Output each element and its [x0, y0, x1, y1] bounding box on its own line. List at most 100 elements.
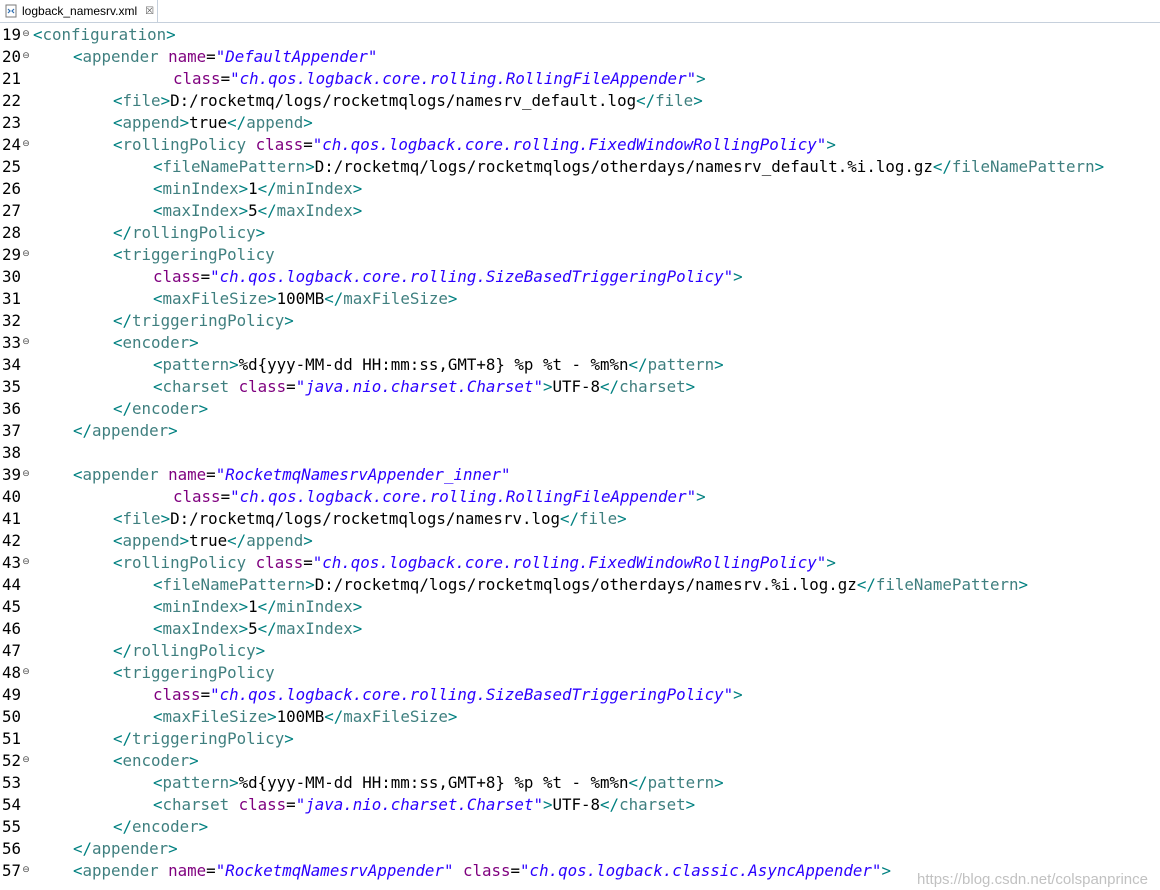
- xml-tag-name: append: [122, 531, 180, 550]
- line-number: 54: [1, 795, 21, 814]
- xml-bracket: </: [324, 289, 344, 308]
- code-line[interactable]: 38: [0, 442, 1160, 464]
- xml-attr-name: class: [255, 553, 304, 572]
- code-line[interactable]: 54 <charset class="java.nio.charset.Chars…: [0, 794, 1160, 816]
- xml-attr-value: "ch.qos.logback.core.rolling.RollingFile…: [230, 487, 697, 506]
- code-line[interactable]: 35 <charset class="java.nio.charset.Chars…: [0, 376, 1160, 398]
- xml-tag-name: minIndex: [276, 597, 353, 616]
- xml-text: [453, 861, 463, 880]
- fold-toggle-icon[interactable]: ⊖: [21, 552, 31, 574]
- code-line[interactable]: 46 <maxIndex>5</maxIndex>: [0, 618, 1160, 640]
- code-line[interactable]: 40 class="ch.qos.logback.core.rolling.Rol…: [0, 486, 1160, 508]
- xml-bracket: </: [636, 91, 656, 110]
- code-line[interactable]: 22 <file>D:/rocketmq/logs/rocketmqlogs/na…: [0, 90, 1160, 112]
- xml-tag-name: fileNamePattern: [162, 575, 306, 594]
- code-line[interactable]: 24 ⊖ <rollingPolicy class="ch.qos.logback.…: [0, 134, 1160, 156]
- code-line[interactable]: 25 <fileNamePattern>D:/rocketmq/logs/rock…: [0, 156, 1160, 178]
- code-line[interactable]: 45 <minIndex>1</minIndex>: [0, 596, 1160, 618]
- editor-tab-bar: logback_namesrv.xml ☒: [0, 0, 1160, 23]
- xml-text: 1: [248, 179, 258, 198]
- fold-toggle-icon[interactable]: ⊖: [21, 244, 31, 266]
- fold-toggle-icon[interactable]: ⊖: [21, 662, 31, 684]
- xml-editor[interactable]: 19 ⊖ <configuration> 20 ⊖ <appender name="Def…: [0, 23, 1160, 890]
- fold-toggle-icon[interactable]: ⊖: [21, 134, 31, 156]
- code-line[interactable]: 30 class="ch.qos.logback.core.rolling.Siz…: [0, 266, 1160, 288]
- xml-bracket: >: [352, 201, 363, 220]
- xml-equals: =: [206, 465, 216, 484]
- line-number: 55: [1, 817, 21, 836]
- xml-bracket: <: [153, 157, 163, 176]
- fold-toggle-icon[interactable]: ⊖: [21, 46, 31, 68]
- code-line[interactable]: 37 </appender>: [0, 420, 1160, 442]
- code-line[interactable]: 32 </triggeringPolicy>: [0, 310, 1160, 332]
- code-line[interactable]: 27 <maxIndex>5</maxIndex>: [0, 200, 1160, 222]
- close-icon[interactable]: ☒: [145, 6, 154, 17]
- xml-text: D:/rocketmq/logs/rocketmqlogs/otherdays/…: [314, 575, 857, 594]
- code-line[interactable]: 28 </rollingPolicy>: [0, 222, 1160, 244]
- code-line[interactable]: 44 <fileNamePattern>D:/rocketmq/logs/rock…: [0, 574, 1160, 596]
- code-line[interactable]: 41 <file>D:/rocketmq/logs/rocketmqlogs/na…: [0, 508, 1160, 530]
- code-line[interactable]: 26 <minIndex>1</minIndex>: [0, 178, 1160, 200]
- watermark: https://blog.csdn.net/colspanprince: [917, 871, 1148, 888]
- xml-text: [246, 553, 256, 572]
- code-line[interactable]: 49 class="ch.qos.logback.core.rolling.Siz…: [0, 684, 1160, 706]
- xml-bracket: >: [693, 91, 703, 110]
- code-line[interactable]: 42 <append>true</append>: [0, 530, 1160, 552]
- code-line[interactable]: 50 <maxFileSize>100MB</maxFileSize>: [0, 706, 1160, 728]
- xml-tag-name: encoder: [132, 817, 199, 836]
- xml-bracket: >: [198, 817, 209, 836]
- xml-bracket: >: [168, 839, 178, 858]
- xml-bracket: </: [628, 773, 648, 792]
- code-line[interactable]: 56 </appender>: [0, 838, 1160, 860]
- xml-bracket: >: [267, 289, 277, 308]
- fold-toggle-icon[interactable]: ⊖: [21, 24, 31, 46]
- code-line[interactable]: 55 </encoder>: [0, 816, 1160, 838]
- code-line[interactable]: 31 <maxFileSize>100MB</maxFileSize>: [0, 288, 1160, 310]
- line-number: 20: [1, 47, 21, 66]
- code-line[interactable]: 52 ⊖ <encoder>: [0, 750, 1160, 772]
- fold-toggle-icon[interactable]: ⊖: [21, 860, 31, 882]
- code-line[interactable]: 29 ⊖ <triggeringPolicy: [0, 244, 1160, 266]
- code-line[interactable]: 34 <pattern>%d{yyy-MM-dd HH:mm:ss,GMT+8} …: [0, 354, 1160, 376]
- code-line[interactable]: 33 ⊖ <encoder>: [0, 332, 1160, 354]
- code-line[interactable]: 36 </encoder>: [0, 398, 1160, 420]
- xml-tag-name: maxFileSize: [343, 707, 448, 726]
- xml-attr-name: name: [168, 465, 207, 484]
- code-content: <maxIndex>5</maxIndex>: [153, 618, 362, 640]
- xml-bracket: >: [352, 619, 363, 638]
- fold-toggle-icon[interactable]: ⊖: [21, 464, 31, 486]
- code-line[interactable]: 47 </rollingPolicy>: [0, 640, 1160, 662]
- line-number: 43: [1, 553, 21, 572]
- xml-bracket: <: [73, 861, 83, 880]
- code-content: <minIndex>1</minIndex>: [153, 178, 362, 200]
- code-line[interactable]: 43 ⊖ <rollingPolicy class="ch.qos.logback.…: [0, 552, 1160, 574]
- xml-attr-value: "ch.qos.logback.core.rolling.SizeBasedTr…: [210, 267, 734, 286]
- xml-bracket: >: [189, 751, 199, 770]
- line-number: 21: [1, 69, 21, 88]
- fold-toggle-icon[interactable]: ⊖: [21, 332, 31, 354]
- code-line[interactable]: 23 <append>true</append>: [0, 112, 1160, 134]
- xml-bracket: <: [113, 333, 123, 352]
- xml-bracket: <: [153, 355, 163, 374]
- xml-tag-name: append: [246, 531, 304, 550]
- xml-tag-name: triggeringPolicy: [132, 311, 285, 330]
- fold-toggle-icon[interactable]: ⊖: [21, 750, 31, 772]
- xml-attr-name: class: [255, 135, 304, 154]
- xml-tag-name: file: [579, 509, 618, 528]
- xml-tag-name: appender: [82, 47, 159, 66]
- code-line[interactable]: 53 <pattern>%d{yyy-MM-dd HH:mm:ss,GMT+8} …: [0, 772, 1160, 794]
- xml-tag-name: minIndex: [162, 597, 239, 616]
- xml-bracket: >: [229, 355, 239, 374]
- line-number: 36: [1, 399, 21, 418]
- xml-bracket: </: [932, 157, 952, 176]
- code-line[interactable]: 39 ⊖ <appender name="RocketmqNamesrvAppend…: [0, 464, 1160, 486]
- code-line[interactable]: 51 </triggeringPolicy>: [0, 728, 1160, 750]
- tab-label: logback_namesrv.xml: [22, 4, 138, 18]
- code-line[interactable]: 19 ⊖ <configuration>: [0, 24, 1160, 46]
- code-line[interactable]: 20 ⊖ <appender name="DefaultAppender": [0, 46, 1160, 68]
- xml-tag-name: appender: [92, 839, 169, 858]
- code-line[interactable]: 21 class="ch.qos.logback.core.rolling.Rol…: [0, 68, 1160, 90]
- code-line[interactable]: 48 ⊖ <triggeringPolicy: [0, 662, 1160, 684]
- xml-bracket: >: [284, 729, 294, 748]
- tab-logback-namesrv-xml[interactable]: logback_namesrv.xml ☒: [0, 0, 158, 22]
